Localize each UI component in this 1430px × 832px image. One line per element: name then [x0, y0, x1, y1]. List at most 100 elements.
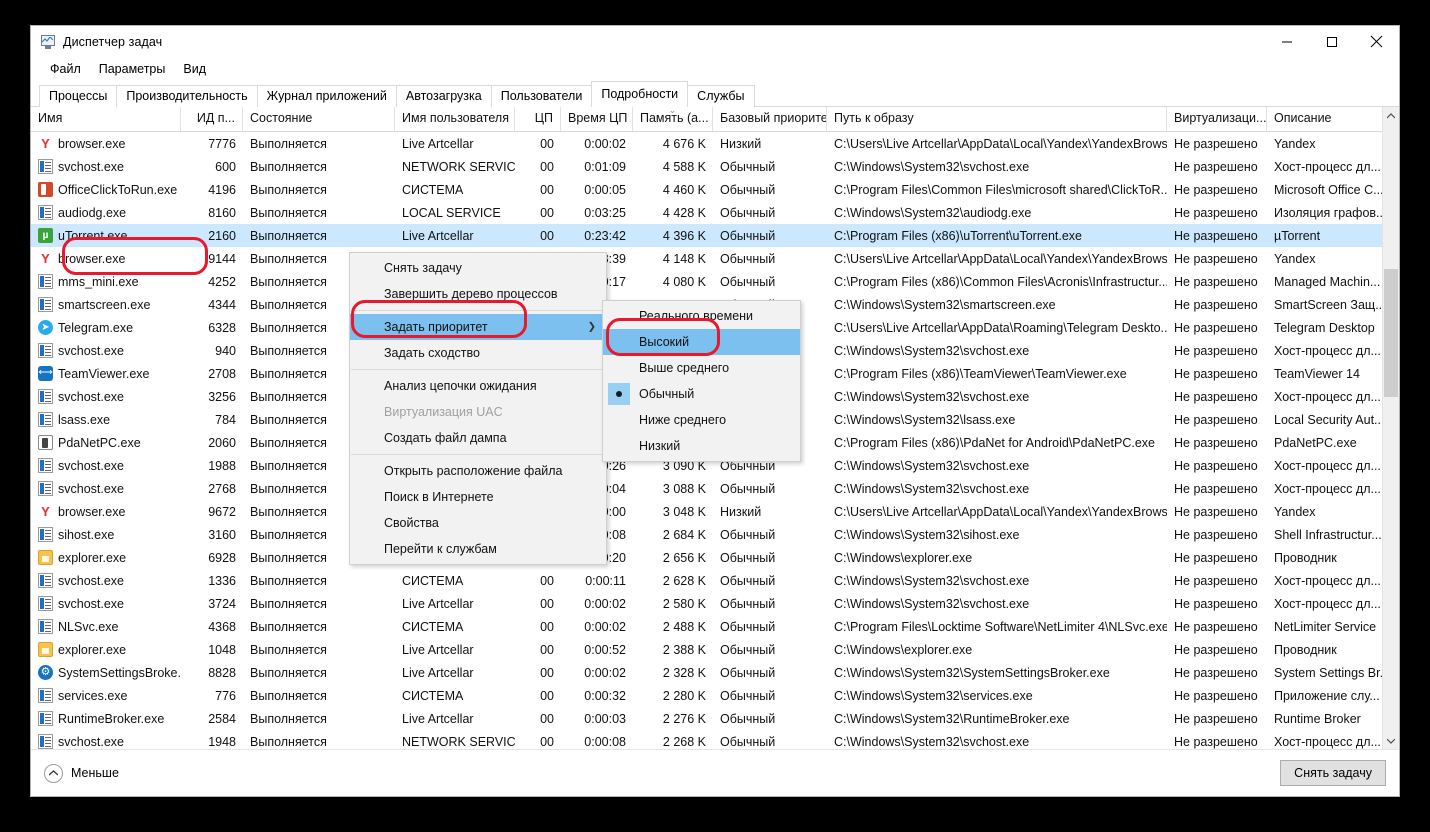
column-header-description[interactable]: Описание: [1267, 107, 1387, 131]
tab-app-history[interactable]: Журнал приложений: [256, 85, 397, 107]
table-row[interactable]: svchost.exe 1948 Выполняется NETWORK SERVIC…: [31, 730, 1399, 749]
context-menu-item[interactable]: Задать сходство: [350, 340, 606, 366]
cell-memory: 4 080 K: [662, 274, 706, 289]
explorer-icon: [38, 550, 53, 565]
tab-details[interactable]: Подробности: [591, 81, 689, 107]
column-header-cpu[interactable]: ЦП: [515, 107, 561, 131]
column-header-name[interactable]: Имя: [31, 107, 181, 131]
cell-memory: 2 328 K: [662, 665, 706, 680]
cell-imagepath: C:\Windows\System32\SystemSettingsBroker…: [834, 665, 1110, 680]
table-row[interactable]: mms_mini.exe4252ВыполняетсяСИСТЕМА000:00…: [31, 270, 1399, 293]
context-menu-item[interactable]: Анализ цепочки ожидания: [350, 373, 606, 399]
menu-view[interactable]: Вид: [174, 60, 215, 79]
cell-memory: 4 676 K: [662, 136, 706, 151]
cell-pid: 6328: [208, 320, 236, 335]
column-header-imagepath[interactable]: Путь к образу: [827, 107, 1167, 131]
table-row[interactable]: OfficeClickToRun.exe 4196 Выполняется СИСТЕ…: [31, 178, 1399, 201]
table-row[interactable]: svchost.exe 1336 Выполняется СИСТЕМА 00 0:00:…: [31, 569, 1399, 592]
generic-exe-icon: [38, 159, 53, 174]
cell-description: Изоляция графов...: [1274, 205, 1387, 220]
priority-menu-item-label: Обычный: [639, 387, 695, 401]
cell-description: µTorrent: [1274, 228, 1321, 243]
cell-pid: 940: [215, 343, 236, 358]
context-menu-item[interactable]: Открыть расположение файла: [350, 458, 606, 484]
table-row[interactable]: ⚙ SystemSettingsBroke... 8828 Выполняется Li…: [31, 661, 1399, 684]
context-menu-item-label: Снять задачу: [384, 261, 462, 275]
column-header-basepriority[interactable]: Базовый приоритет: [713, 107, 827, 131]
tab-users[interactable]: Пользователи: [490, 85, 593, 107]
cell-cputime: 0:00:02: [584, 596, 626, 611]
cell-basepriority: Обычный: [720, 274, 776, 289]
table-row[interactable]: services.exe 776 Выполняется СИСТЕМА 00 0:00:…: [31, 684, 1399, 707]
context-menu-item[interactable]: Завершить дерево процессов: [350, 281, 606, 307]
maximize-button[interactable]: [1309, 26, 1354, 57]
tab-processes[interactable]: Процессы: [39, 85, 118, 107]
cell-pid: 3256: [208, 389, 236, 404]
table-row[interactable]: audiodg.exe 8160 Выполняется LOCAL SERVICE 0…: [31, 201, 1399, 224]
cell-basepriority: Обычный: [720, 550, 776, 565]
table-row[interactable]: µ uTorrent.exe 2160 Выполняется Live Artcell…: [31, 224, 1399, 247]
context-menu-item[interactable]: Создать файл дампа: [350, 425, 606, 451]
context-menu-item[interactable]: Снять задачу: [350, 255, 606, 281]
column-header-pid[interactable]: ИД п...: [181, 107, 243, 131]
priority-menu-item[interactable]: Обычный: [603, 381, 800, 407]
priority-menu-item[interactable]: Выше среднего: [603, 355, 800, 381]
table-row[interactable]: sihost.exe3160ВыполняетсяLive Artcellar0…: [31, 523, 1399, 546]
vertical-scrollbar[interactable]: [1382, 107, 1399, 749]
close-button[interactable]: [1354, 26, 1399, 57]
process-name: mms_mini.exe: [58, 274, 139, 289]
scrollbar-thumb[interactable]: [1384, 269, 1398, 397]
process-name: Telegram.exe: [58, 320, 134, 335]
scroll-down-icon[interactable]: [1383, 732, 1399, 749]
cell-username: СИСТЕМА: [402, 619, 464, 634]
table-row[interactable]: svchost.exe 3724 Выполняется Live Artcellar…: [31, 592, 1399, 615]
cell-description: Хост-процесс дл...: [1274, 573, 1381, 588]
priority-menu-item[interactable]: Низкий: [603, 433, 800, 459]
priority-menu-item[interactable]: Высокий: [603, 329, 800, 355]
tab-performance[interactable]: Производительность: [116, 85, 258, 107]
end-task-button[interactable]: Снять задачу: [1280, 760, 1386, 786]
cell-description: Хост-процесс дл...: [1274, 734, 1381, 749]
column-header-virtualization[interactable]: Виртуализаци...: [1167, 107, 1267, 131]
context-menu-item[interactable]: Свойства: [350, 510, 606, 536]
generic-exe-icon: [38, 573, 53, 588]
context-menu-item[interactable]: Перейти к службам: [350, 536, 606, 562]
minimize-button[interactable]: [1264, 26, 1309, 57]
table-row[interactable]: NLSvc.exe 4368 Выполняется СИСТЕМА 00 0:00:02…: [31, 615, 1399, 638]
table-row[interactable]: explorer.exe6928ВыполняетсяLive Artcella…: [31, 546, 1399, 569]
table-row[interactable]: svchost.exe2768ВыполняетсяСИСТЕМА000:00:…: [31, 477, 1399, 500]
table-row[interactable]: RuntimeBroker.exe 2584 Выполняется Live Art…: [31, 707, 1399, 730]
column-header-status[interactable]: Состояние: [243, 107, 395, 131]
cell-basepriority: Обычный: [720, 596, 776, 611]
priority-menu-item[interactable]: Ниже среднего: [603, 407, 800, 433]
cell-username: NETWORK SERVICE: [402, 159, 515, 174]
cell-cpu: 00: [540, 642, 554, 657]
context-menu-item[interactable]: Задать приоритет ❯: [350, 314, 606, 340]
fewer-details-button[interactable]: Меньше: [44, 763, 119, 783]
context-menu-item[interactable]: Поиск в Интернете: [350, 484, 606, 510]
menu-options[interactable]: Параметры: [90, 60, 175, 79]
cell-pid: 3724: [208, 596, 236, 611]
cell-pid: 8160: [208, 205, 236, 220]
process-name: OfficeClickToRun.exe: [58, 182, 178, 197]
cell-cputime: 0:00:02: [584, 136, 626, 151]
scroll-up-icon[interactable]: [1383, 107, 1399, 124]
tab-startup[interactable]: Автозагрузка: [395, 85, 492, 107]
table-row[interactable]: Ybrowser.exe9672ВыполняетсяLive Artcella…: [31, 500, 1399, 523]
tab-services[interactable]: Службы: [687, 85, 755, 107]
tab-strip: Процессы Производительность Журнал прило…: [31, 81, 1399, 107]
cell-virtualization: Не разрешено: [1174, 435, 1258, 450]
column-header-cputime[interactable]: Время ЦП: [561, 107, 633, 131]
table-row[interactable]: explorer.exe 1048 Выполняется Live Artcella…: [31, 638, 1399, 661]
column-header-username[interactable]: Имя пользователя: [395, 107, 515, 131]
table-row[interactable]: svchost.exe 600 Выполняется NETWORK SERVICE…: [31, 155, 1399, 178]
menu-file[interactable]: Файл: [41, 60, 90, 79]
table-row[interactable]: Ybrowser.exe9144ВыполняетсяLive Artcella…: [31, 247, 1399, 270]
priority-menu-item[interactable]: Реального времени: [603, 303, 800, 329]
column-header-memory[interactable]: ⌄ Память (а...: [633, 107, 713, 131]
cell-virtualization: Не разрешено: [1174, 458, 1258, 473]
cell-description: Managed Machin...: [1274, 274, 1381, 289]
radio-dot: [616, 391, 622, 397]
cell-imagepath: C:\Windows\System32\svchost.exe: [834, 596, 1030, 611]
table-row[interactable]: Ybrowser.exe 7776 Выполняется Live Artcella…: [31, 132, 1399, 155]
